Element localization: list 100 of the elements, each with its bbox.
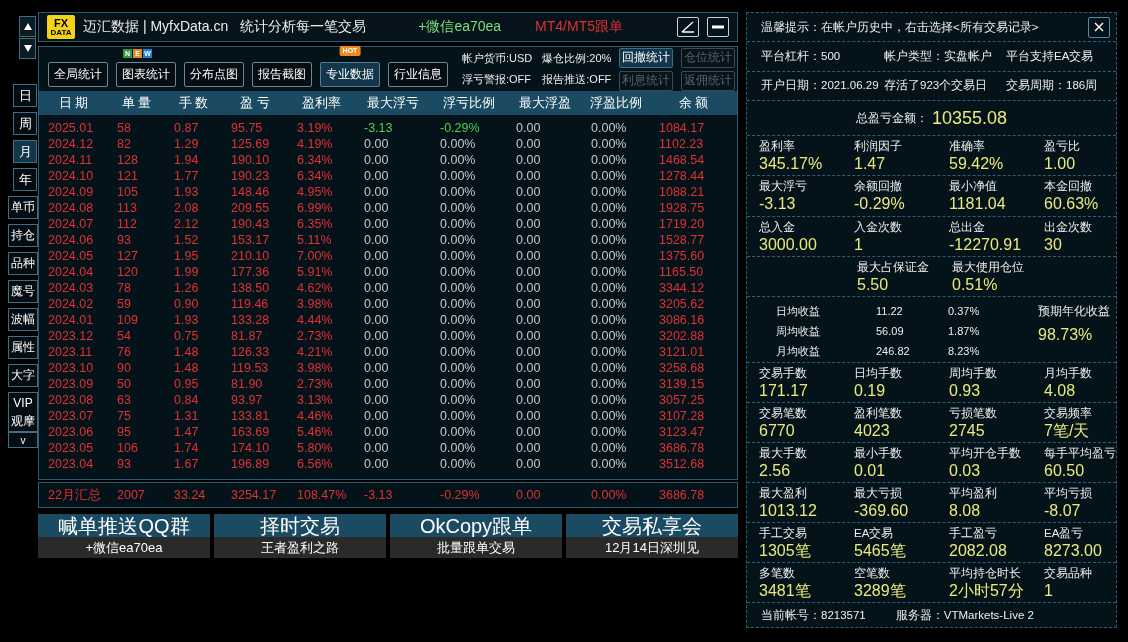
table-cell-text: 0.00 [363, 297, 390, 311]
account-detail: 存活了923个交易日 [884, 78, 989, 94]
side-tool-button[interactable]: v [8, 432, 38, 448]
scroll-up-button[interactable] [19, 16, 36, 37]
stat-value: 171.17 [759, 380, 809, 400]
stat-label: 最大使用仓位 [952, 259, 1025, 275]
table-cell-text: 2025.01 [47, 121, 95, 135]
table-cell-text: 0.00 [515, 361, 542, 375]
tab[interactable]: 报告截图 [252, 62, 312, 87]
side-tool-button[interactable]: 大字 [8, 364, 38, 387]
table-cell-text: 0.00 [515, 393, 542, 407]
table-cell-text: 0.00 [515, 137, 542, 151]
table-cell-text: 112 [116, 217, 138, 231]
table-cell-text: 3.13% [296, 393, 334, 407]
average-label: 日均收益 [776, 303, 821, 319]
table-cell-text: 2.73% [296, 377, 334, 391]
table-cell-text: 127 [116, 249, 139, 263]
stat-label: 平均开仓手数 [949, 445, 1022, 461]
stat-value: 0.93 [949, 380, 982, 400]
stat-label: 平均亏损 [1044, 486, 1093, 501]
table-cell-text: 2023.04 [47, 457, 95, 471]
table-cell-text: 0.00 [515, 329, 542, 343]
table-cell-text: 0.00 [363, 169, 390, 183]
side-tool-button[interactable]: 单币 [8, 196, 38, 219]
table-cell-text: 54 [116, 329, 132, 343]
table-cell-text: 0.00% [590, 121, 628, 135]
table-cell-text: 138.50 [230, 281, 271, 295]
table-cell-text: 0.00% [590, 345, 628, 359]
table-cell-text: 4.19% [296, 137, 334, 151]
side-tool-button[interactable]: 属性 [8, 336, 38, 359]
table-cell-text: 2.73% [296, 329, 334, 343]
table-cell-text: 3.98% [296, 297, 334, 311]
table-cell-text: 0.00 [515, 345, 542, 359]
period-button[interactable]: 月 [13, 140, 37, 163]
table-cell-text: 121 [116, 169, 139, 183]
table-cell-text: 6.99% [296, 201, 334, 215]
banner-title[interactable]: 喊单推送QQ群 [38, 514, 210, 537]
table-cell-text: 1528.77 [658, 233, 706, 247]
table-cell-text: 1468.54 [658, 153, 706, 167]
table-cell-text: 6.35% [296, 217, 334, 231]
stat-value: -12270.91 [949, 234, 1023, 254]
minimize-button[interactable] [707, 17, 729, 37]
stat-value: 3000.00 [759, 234, 818, 254]
table-cell-text: 4.95% [296, 185, 334, 199]
scroll-down-button[interactable] [19, 38, 36, 59]
promo-link[interactable]: MT4/MT5跟单 [535, 18, 623, 36]
stat-value: 3481笔 [759, 581, 812, 601]
summary-cell-text: -3.13 [363, 488, 394, 502]
stat-value: 5465笔 [854, 541, 907, 561]
table-cell-text: 0.00 [515, 281, 542, 295]
stat-value: 4023 [854, 420, 891, 440]
side-tool-button[interactable]: 持仓 [8, 224, 38, 247]
stat-label: 交易手数 [759, 365, 808, 381]
period-button[interactable]: 周 [13, 112, 37, 135]
table-cell-text: 2024.06 [47, 233, 95, 247]
banner-subtitle: +微信ea70ea [38, 537, 210, 558]
table-cell-text: 0.00% [439, 409, 477, 423]
table-cell-text: 0.00% [439, 281, 477, 295]
average-label: 月均收益 [776, 343, 821, 359]
side-tool-button[interactable]: 观摩 [8, 412, 38, 432]
tab[interactable]: 全局统计 [48, 62, 108, 87]
restore-button[interactable] [677, 17, 699, 37]
banner-title[interactable]: 择时交易 [214, 514, 386, 537]
slogan: 统计分析每一笔交易 [240, 18, 367, 36]
stat-value: -0.29% [854, 194, 906, 214]
table-cell-text: 2024.08 [47, 201, 95, 215]
stat-label: 最大手数 [759, 445, 808, 461]
table-cell-text: 4.62% [296, 281, 334, 295]
table-cell-text: 4.46% [296, 409, 334, 423]
table-cell-text: 0.00% [439, 329, 477, 343]
side-tool-button[interactable]: 波幅 [8, 308, 38, 331]
table-cell-text: 0.75 [173, 329, 200, 343]
table-cell-text: 76 [116, 345, 132, 359]
tab[interactable]: 行业信息 [388, 62, 448, 87]
stat-label: 最大盈利 [759, 486, 808, 501]
stat-value: 6770 [759, 420, 796, 440]
annual-label: 预期年化收益 [1038, 303, 1111, 319]
table-cell-text: 0.00 [363, 345, 390, 359]
tab[interactable]: 分布点图 [184, 62, 244, 87]
side-tool-button[interactable]: 魔号 [8, 280, 38, 303]
period-button[interactable]: 日 [13, 84, 37, 107]
table-cell-text: 90 [116, 361, 132, 375]
table-cell-text: 3057.25 [658, 393, 706, 407]
summary-cell-text: 22月汇总 [47, 486, 102, 504]
table-cell-text: 0.00% [590, 137, 628, 151]
stat-label: 日均手数 [854, 365, 903, 381]
stat-button[interactable]: 回撤统计 [619, 47, 674, 68]
table-cell-text: 2023.06 [47, 425, 95, 439]
period-button[interactable]: 年 [13, 168, 37, 191]
banner-title[interactable]: 交易私享会 [566, 514, 738, 537]
side-tool-button[interactable]: 品种 [8, 252, 38, 275]
table-cell-text: 0.00% [439, 457, 477, 471]
table-cell-text: 2023.09 [47, 377, 95, 391]
summary-cell-text: 33.24 [173, 488, 207, 502]
window-title: 迈汇数据 | MyfxData.cn [83, 18, 229, 36]
table-cell-text: 1.48 [173, 345, 200, 359]
side-tool-button[interactable]: VIP [8, 392, 38, 412]
banner-title[interactable]: OkCopy跟单 [390, 514, 562, 537]
average-value: 11.22 [876, 303, 904, 319]
close-button[interactable] [1088, 16, 1110, 38]
